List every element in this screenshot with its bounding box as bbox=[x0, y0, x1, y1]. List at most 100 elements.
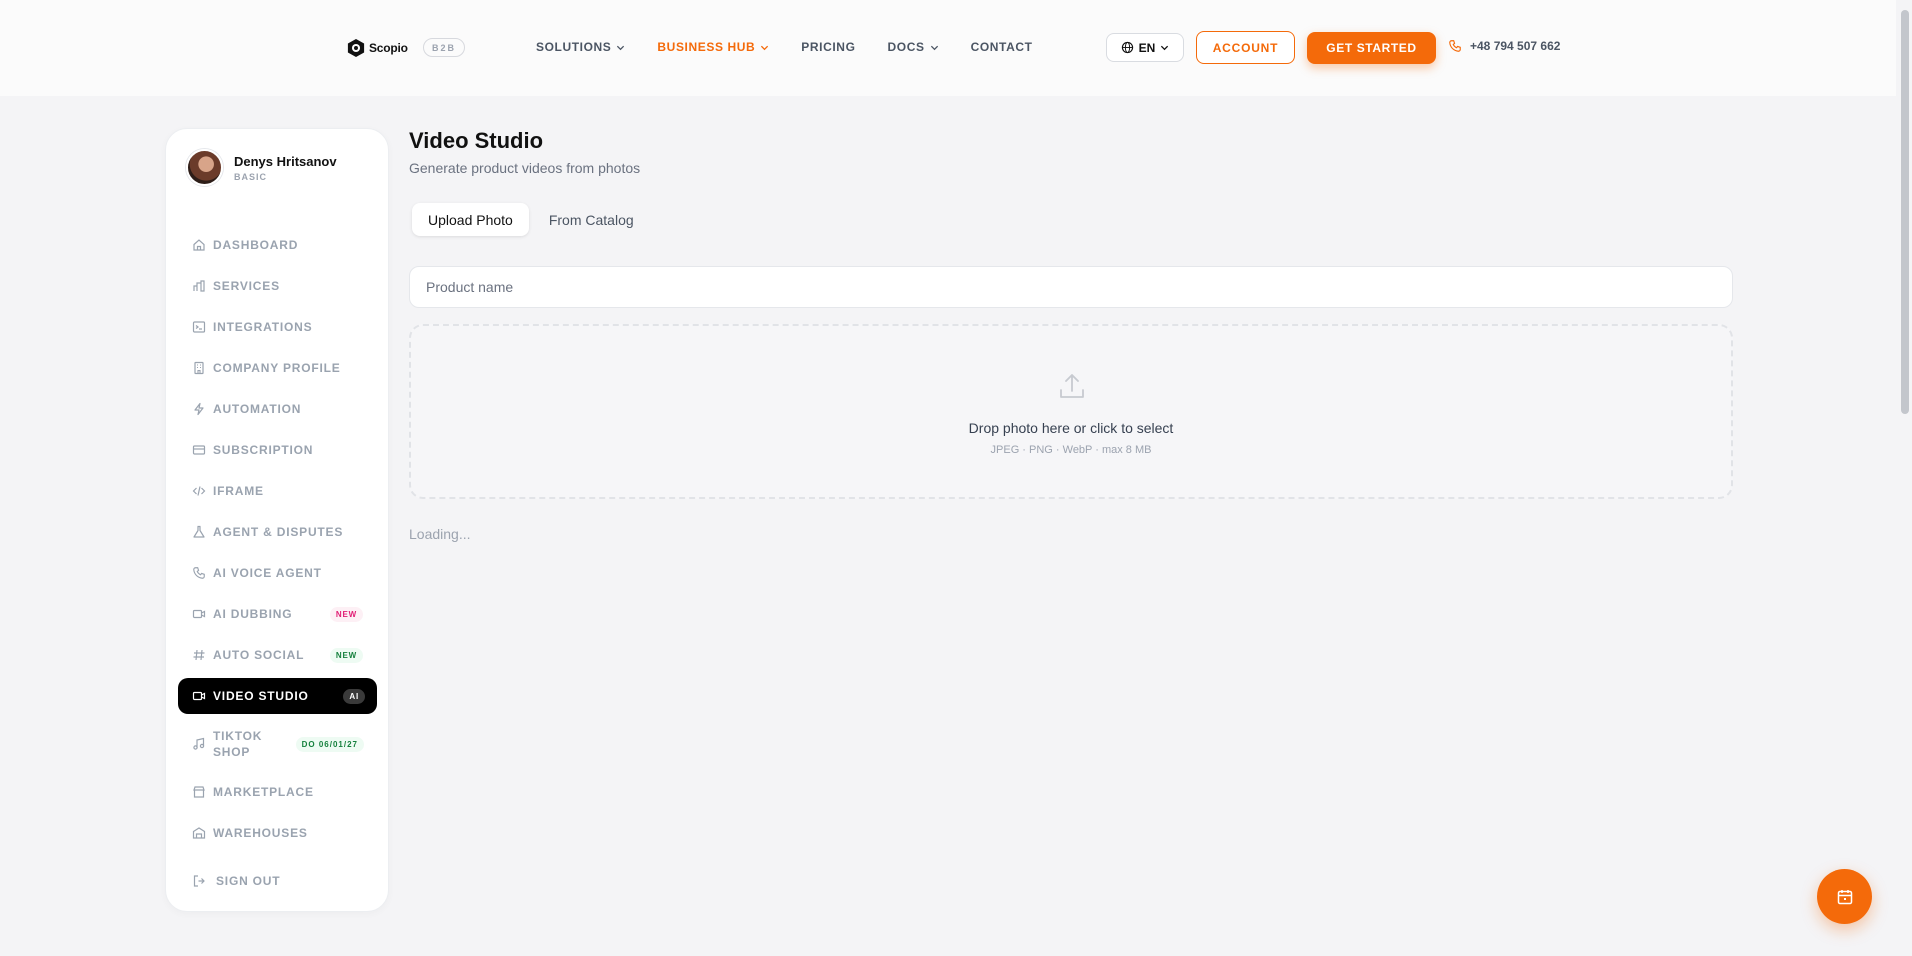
video-icon bbox=[192, 609, 206, 619]
nav-label: DOCS bbox=[887, 40, 925, 54]
top-navigation-bar: Scopio B2B SOLUTIONS BUSINESS HUB PRICIN… bbox=[0, 0, 1896, 96]
language-label: EN bbox=[1138, 40, 1156, 55]
user-name: Denys Hritsanov bbox=[234, 153, 337, 169]
user-profile[interactable]: Denys Hritsanov BASIC bbox=[186, 149, 337, 186]
sidebar-item-label: AGENT & DISPUTES bbox=[213, 525, 344, 539]
globe-icon bbox=[1121, 41, 1133, 54]
sidebar-menu: DASHBOARD SERVICES INTEGRATIONS COMPANY … bbox=[178, 227, 377, 856]
b2b-badge: B2B bbox=[423, 38, 465, 57]
flask-icon bbox=[193, 525, 205, 538]
sidebar-item-warehouses[interactable]: WAREHOUSES bbox=[178, 815, 377, 851]
page-subtitle: Generate product videos from photos bbox=[409, 160, 641, 176]
sidebar-item-label: IFRAME bbox=[213, 484, 264, 498]
sidebar-item-label: AI VOICE AGENT bbox=[213, 566, 322, 580]
photo-dropzone[interactable]: Drop photo here or click to select JPEG … bbox=[409, 324, 1733, 499]
new-badge: NEW bbox=[329, 647, 363, 663]
loading-text: Loading... bbox=[409, 526, 471, 542]
dropzone-hint: JPEG · PNG · WebP · max 8 MB bbox=[990, 444, 1152, 456]
brand-logo[interactable]: Scopio bbox=[347, 37, 408, 59]
ai-badge: AI bbox=[343, 688, 365, 704]
account-button[interactable]: ACCOUNT bbox=[1196, 31, 1295, 64]
sidebar-item-label: AUTO SOCIAL bbox=[213, 648, 305, 662]
sidebar-item-label: TIKTOK SHOP bbox=[213, 729, 263, 759]
source-tabs: Upload Photo From Catalog bbox=[409, 203, 650, 236]
sign-out-button[interactable]: SIGN OUT bbox=[192, 874, 280, 888]
nav-label: CONTACT bbox=[970, 40, 1033, 54]
building-icon bbox=[194, 361, 204, 375]
product-name-input[interactable] bbox=[409, 266, 1733, 308]
nav-solutions[interactable]: SOLUTIONS bbox=[536, 40, 625, 54]
sidebar-item-label: INTEGRATIONS bbox=[213, 320, 313, 334]
hash-icon bbox=[193, 649, 205, 661]
chevron-down-icon bbox=[617, 45, 625, 50]
sidebar-item-ai-voice-agent[interactable]: AI VOICE AGENT bbox=[178, 555, 377, 591]
sidebar-item-services[interactable]: SERVICES bbox=[178, 268, 377, 304]
sidebar-item-dashboard[interactable]: DASHBOARD bbox=[178, 227, 377, 263]
user-plan: BASIC bbox=[234, 171, 268, 182]
sidebar-item-subscription[interactable]: SUBSCRIPTION bbox=[178, 432, 377, 468]
nav-label: SOLUTIONS bbox=[536, 40, 612, 54]
avatar bbox=[186, 149, 223, 186]
sidebar-item-label: COMPANY PROFILE bbox=[213, 361, 341, 375]
home-icon bbox=[193, 239, 205, 251]
nav-docs[interactable]: DOCS bbox=[888, 40, 939, 54]
sidebar-item-label: MARKETPLACE bbox=[213, 785, 314, 799]
card-icon bbox=[192, 445, 206, 455]
nav-label: BUSINESS HUB bbox=[657, 40, 756, 54]
main-nav: SOLUTIONS BUSINESS HUB PRICING DOCS CONT… bbox=[536, 40, 1065, 54]
sidebar-item-iframe[interactable]: IFRAME bbox=[178, 473, 377, 509]
account-sidebar: Denys Hritsanov BASIC DASHBOARD SERVICES… bbox=[165, 128, 389, 912]
bar-chart-icon bbox=[193, 280, 205, 292]
phone-link[interactable]: +48 794 507 662 bbox=[1448, 39, 1560, 53]
logo-icon bbox=[347, 39, 365, 57]
sidebar-item-marketplace[interactable]: MARKETPLACE bbox=[178, 774, 377, 810]
sidebar-item-agent-disputes[interactable]: AGENT & DISPUTES bbox=[178, 514, 377, 550]
sidebar-item-label: WAREHOUSES bbox=[213, 826, 308, 840]
sign-out-label: SIGN OUT bbox=[216, 874, 281, 888]
nav-business-hub[interactable]: BUSINESS HUB bbox=[657, 40, 769, 54]
new-badge: NEW bbox=[329, 606, 363, 622]
nav-pricing[interactable]: PRICING bbox=[801, 40, 855, 54]
sign-out-icon bbox=[193, 875, 205, 887]
sidebar-item-label: AUTOMATION bbox=[213, 402, 302, 416]
logo-text: Scopio bbox=[369, 41, 408, 55]
date-badge: DO 06/01/27 bbox=[295, 736, 364, 752]
sidebar-item-label: DASHBOARD bbox=[213, 238, 299, 252]
chevron-down-icon bbox=[930, 45, 938, 50]
bolt-icon bbox=[194, 402, 204, 416]
page-title: Video Studio bbox=[409, 128, 544, 153]
dropzone-text: Drop photo here or click to select bbox=[968, 420, 1174, 436]
nav-label: PRICING bbox=[801, 40, 856, 54]
phone-icon bbox=[1449, 40, 1461, 52]
warehouse-icon bbox=[192, 827, 206, 839]
page-scrollbar[interactable] bbox=[1898, 0, 1912, 956]
store-icon bbox=[193, 786, 205, 798]
nav-contact[interactable]: CONTACT bbox=[971, 40, 1033, 54]
calendar-fab-button[interactable] bbox=[1817, 869, 1872, 924]
sidebar-item-video-studio[interactable]: VIDEO STUDIO AI bbox=[178, 678, 377, 714]
sidebar-item-integrations[interactable]: INTEGRATIONS bbox=[178, 309, 377, 345]
language-selector[interactable]: EN bbox=[1106, 33, 1184, 62]
chevron-down-icon bbox=[1161, 45, 1169, 51]
tab-from-catalog[interactable]: From Catalog bbox=[533, 203, 650, 236]
chevron-down-icon bbox=[761, 45, 769, 50]
sidebar-item-automation[interactable]: AUTOMATION bbox=[178, 391, 377, 427]
sidebar-item-auto-social[interactable]: AUTO SOCIAL NEW bbox=[178, 637, 377, 673]
music-icon bbox=[193, 737, 205, 750]
upload-icon bbox=[1060, 374, 1084, 398]
sidebar-item-label: SERVICES bbox=[213, 279, 280, 293]
sidebar-item-label: AI DUBBING bbox=[213, 607, 293, 621]
terminal-icon bbox=[192, 321, 206, 333]
code-icon bbox=[192, 486, 206, 496]
sidebar-item-company-profile[interactable]: COMPANY PROFILE bbox=[178, 350, 377, 386]
sidebar-item-tiktok-shop[interactable]: TIKTOK SHOP DO 06/01/27 bbox=[178, 719, 377, 769]
scrollbar-thumb[interactable] bbox=[1901, 10, 1909, 414]
video-icon bbox=[192, 691, 206, 701]
sidebar-item-label: SUBSCRIPTION bbox=[213, 443, 314, 457]
sidebar-item-ai-dubbing[interactable]: AI DUBBING NEW bbox=[178, 596, 377, 632]
get-started-button[interactable]: GET STARTED bbox=[1307, 32, 1436, 64]
calendar-icon bbox=[1837, 889, 1852, 904]
tab-upload-photo[interactable]: Upload Photo bbox=[412, 203, 529, 236]
phone-icon bbox=[193, 567, 205, 579]
sidebar-item-label: VIDEO STUDIO bbox=[213, 689, 309, 703]
